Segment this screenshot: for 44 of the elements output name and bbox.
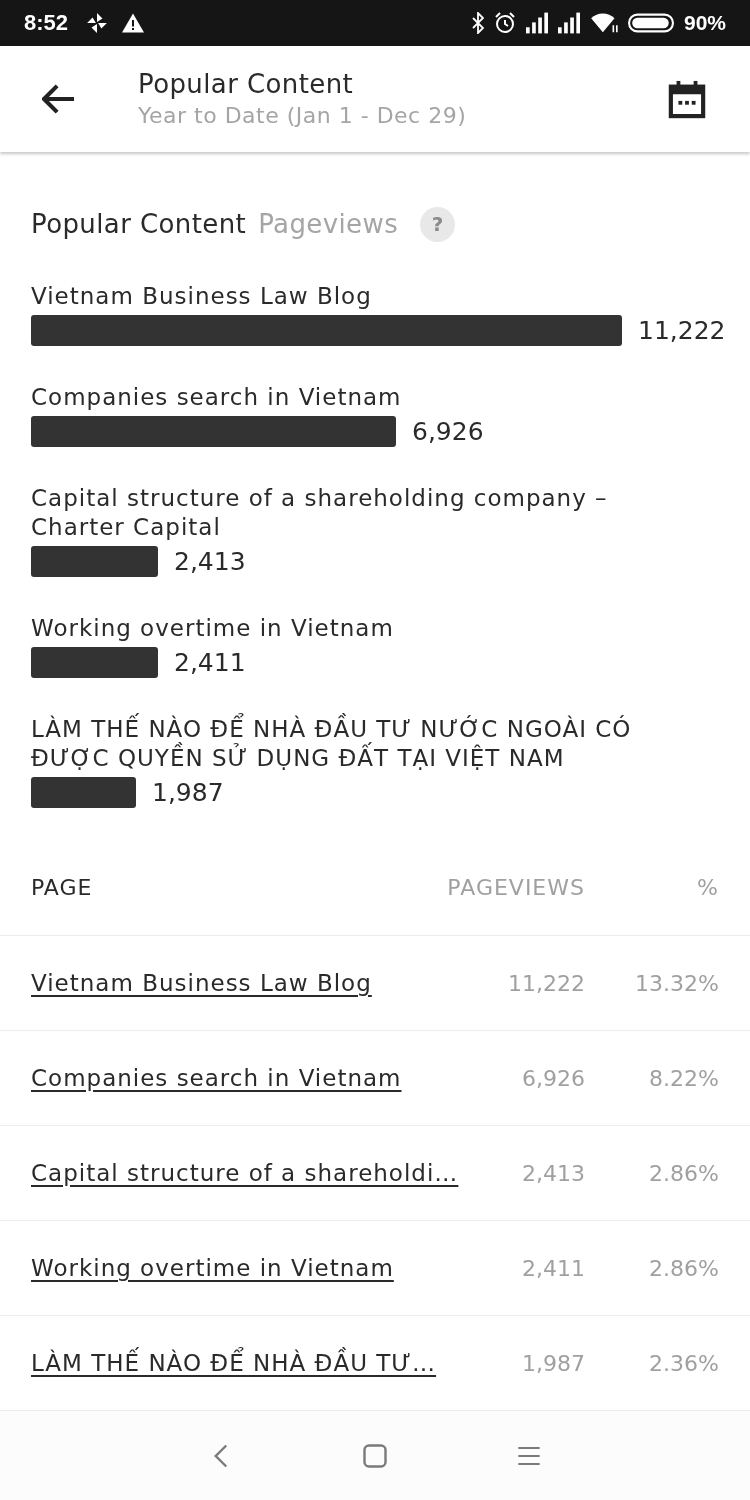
calendar-icon[interactable] bbox=[668, 79, 706, 119]
table-cell-text: 2.36% bbox=[648, 1350, 719, 1376]
table-cell-text: 2.86% bbox=[648, 1160, 719, 1186]
battery-icon bbox=[627, 13, 674, 33]
page-link[interactable]: Working overtime in Vietnam bbox=[31, 1255, 394, 1281]
bar-value: 2,411 bbox=[174, 647, 246, 678]
date-range: Year to Date (Jan 1 - Dec 29) bbox=[138, 102, 467, 130]
alarm-clock-icon bbox=[493, 12, 516, 34]
bar-value: 6,926 bbox=[412, 416, 484, 447]
bar-label: Companies search in Vietnam bbox=[31, 383, 403, 412]
bar-value: 1,987 bbox=[152, 777, 224, 808]
page-link[interactable]: Vietnam Business Law Blog bbox=[31, 970, 372, 996]
bar-label: Working overtime in Vietnam bbox=[31, 614, 395, 643]
pinwheel-icon bbox=[86, 12, 109, 34]
signal-icon bbox=[525, 12, 548, 34]
bar-value: 2,413 bbox=[174, 546, 246, 577]
screen-title: Popular Content bbox=[138, 68, 355, 101]
warning-icon bbox=[122, 12, 145, 34]
bar-label: Vietnam Business Law Blog bbox=[31, 282, 373, 311]
bar-label: Capital structure of a shareholding company – Charter Capital bbox=[31, 484, 609, 542]
table-cell-text: 1,987 bbox=[521, 1350, 585, 1376]
bluetooth-icon bbox=[471, 12, 484, 34]
page-link[interactable]: Companies search in Vietnam bbox=[31, 1065, 402, 1091]
table-cell-text: 2,413 bbox=[521, 1160, 585, 1186]
wifi-icon bbox=[589, 12, 618, 34]
page-link[interactable]: Capital structure of a shareholdi… bbox=[31, 1160, 459, 1186]
column-header: % bbox=[696, 875, 719, 900]
table-cell-text: 13.32% bbox=[634, 970, 719, 996]
table-cell-text: 8.22% bbox=[648, 1065, 719, 1091]
square-icon[interactable] bbox=[363, 1443, 387, 1468]
table-cell-text: 2.86% bbox=[648, 1255, 719, 1281]
table-cell-text: 11,222 bbox=[507, 970, 585, 996]
status-time: 8:52 bbox=[24, 10, 69, 36]
table-cell-text: 2,411 bbox=[521, 1255, 585, 1281]
signal-icon bbox=[557, 12, 580, 34]
arrow-left-icon[interactable] bbox=[42, 84, 76, 114]
bar-value: 11,222 bbox=[638, 315, 726, 346]
section-title: Popular Content bbox=[31, 209, 247, 239]
column-header: PAGE bbox=[31, 875, 94, 900]
bar-label: LÀM THẾ NÀO ĐỂ NHÀ ĐẦU TƯ NƯỚC NGOÀI CÓ ĐƯỢC QUYỀN SỬ DỤNG ĐẤT TẠI VIỆT NAM bbox=[31, 715, 671, 773]
column-header: PAGEVIEWS bbox=[446, 875, 585, 900]
metric-label: Pageviews bbox=[258, 209, 399, 239]
table-cell-text: 6,926 bbox=[521, 1065, 585, 1091]
battery-percent: 90% bbox=[683, 11, 726, 35]
